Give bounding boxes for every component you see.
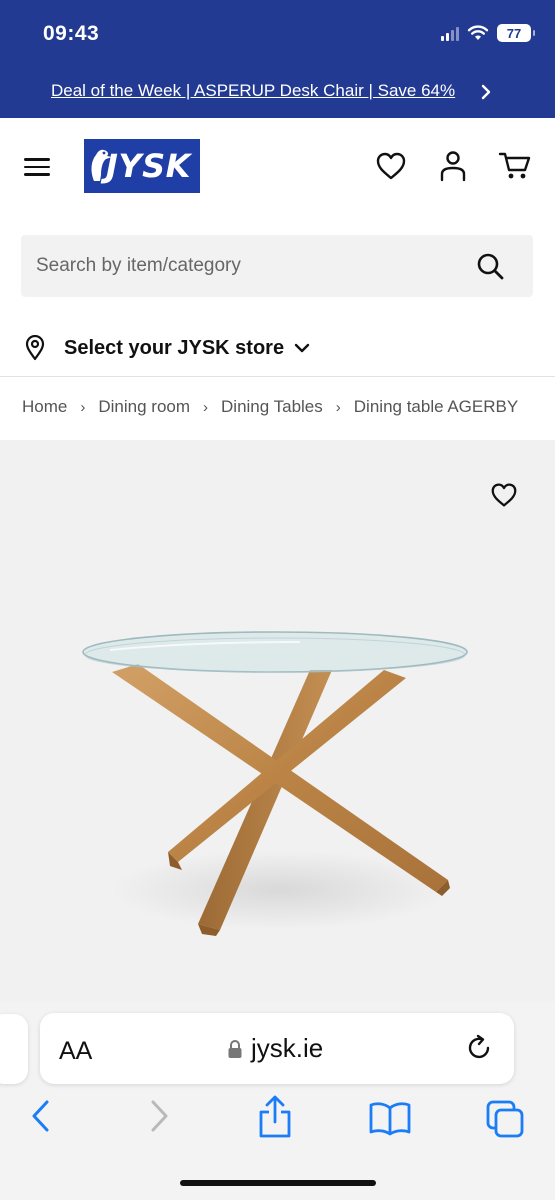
status-time: 09:43	[43, 22, 100, 45]
share-icon[interactable]	[256, 1094, 294, 1140]
logo-text: JYSK	[106, 147, 191, 185]
chevron-right-icon	[481, 84, 491, 100]
add-to-wishlist-icon[interactable]	[490, 482, 518, 508]
account-button[interactable]	[435, 148, 471, 184]
location-pin-icon	[25, 335, 45, 361]
home-indicator	[180, 1180, 376, 1186]
breadcrumb: Home › Dining room › Dining Tables › Din…	[22, 397, 518, 417]
breadcrumb-separator: ›	[335, 398, 341, 416]
previous-tab-peek[interactable]	[0, 1014, 28, 1084]
address-bar[interactable]: AA jysk.ie	[40, 1013, 514, 1084]
status-bar: 09:43 77	[0, 0, 555, 66]
store-selector[interactable]: Select your JYSK store	[24, 333, 310, 363]
wishlist-button[interactable]	[373, 148, 409, 184]
search-input[interactable]: Search by item/category	[21, 235, 533, 297]
browser-bottom-bar: AA jysk.ie	[0, 1002, 555, 1200]
chevron-down-icon	[294, 343, 310, 353]
promo-banner[interactable]: Deal of the Week | ASPERUP Desk Chair | …	[0, 66, 555, 118]
product-image-area[interactable]	[0, 440, 555, 1002]
menu-button[interactable]	[24, 152, 54, 182]
forward-icon[interactable]	[146, 1098, 172, 1134]
logo-bird-icon	[91, 149, 112, 181]
store-label: Select your JYSK store	[64, 336, 285, 359]
signal-icon	[441, 26, 459, 41]
url-text: jysk.ie	[251, 1033, 324, 1063]
url-display[interactable]: jysk.ie	[227, 1033, 323, 1064]
search-placeholder: Search by item/category	[36, 255, 241, 276]
back-icon[interactable]	[28, 1098, 54, 1134]
product-image	[82, 631, 468, 936]
breadcrumb-separator: ›	[80, 398, 86, 416]
reader-aa-button[interactable]: AA	[59, 1037, 92, 1066]
bookmarks-icon[interactable]	[368, 1100, 412, 1136]
breadcrumb-home[interactable]: Home	[22, 397, 67, 417]
divider	[0, 376, 555, 377]
search-icon[interactable]	[475, 251, 505, 281]
lock-icon	[228, 1039, 242, 1058]
site-header: JYSK	[0, 118, 555, 216]
user-icon	[440, 151, 466, 182]
status-indicators: 77	[441, 24, 535, 42]
battery-icon: 77	[497, 24, 535, 42]
promo-link[interactable]: Deal of the Week | ASPERUP Desk Chair | …	[51, 81, 455, 101]
heart-icon	[376, 152, 406, 180]
breadcrumb-dining-tables[interactable]: Dining Tables	[221, 397, 323, 417]
jysk-logo[interactable]: JYSK	[84, 139, 200, 193]
cart-button[interactable]	[497, 148, 533, 184]
breadcrumb-dining-room[interactable]: Dining room	[98, 397, 190, 417]
breadcrumb-current: Dining table AGERBY	[353, 397, 519, 416]
reload-icon[interactable]	[464, 1033, 494, 1063]
breadcrumb-separator: ›	[203, 398, 209, 416]
cart-icon	[498, 152, 531, 179]
tabs-icon[interactable]	[484, 1098, 526, 1140]
wifi-icon	[467, 25, 489, 40]
